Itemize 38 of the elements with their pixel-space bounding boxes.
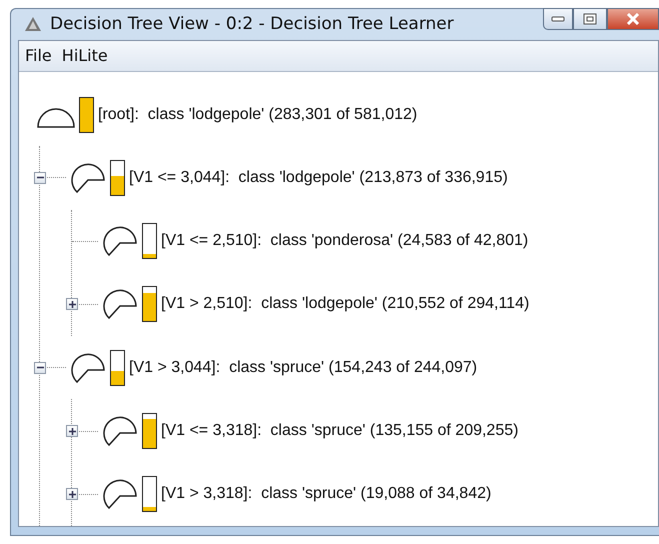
expand-toggle[interactable] (66, 488, 78, 500)
node-label: [V1 <= 3,044]: class 'lodgepole' (213,873 of 336,915) (129, 168, 508, 187)
class-bar (79, 96, 94, 133)
class-bar (142, 286, 157, 322)
node-label: [V1 > 2,510]: class 'lodgepole' (210,552 of 294,114) (161, 295, 530, 314)
node-label: [V1 <= 2,510]: class 'ponderosa' (24,583 of 42,801) (161, 232, 528, 250)
menu-item[interactable]: HiLite (62, 46, 108, 66)
pie-chart-icon (69, 352, 107, 384)
pie-chart-icon (69, 162, 107, 194)
triangle-icon (24, 16, 42, 32)
window-title: Decision Tree View - 0:2 - Decision Tree Learner (50, 14, 454, 34)
plus-icon (68, 426, 76, 436)
plus-icon (68, 300, 76, 309)
expand-toggle[interactable] (34, 172, 46, 184)
maximize-icon (583, 13, 597, 25)
maximize-button[interactable] (573, 8, 607, 30)
node-label: [V1 > 3,044]: class 'spruce' (154,243 of 244,097) (129, 358, 478, 377)
close-button[interactable] (607, 8, 659, 30)
class-bar (142, 413, 157, 450)
class-bar (110, 350, 125, 386)
expand-toggle[interactable] (66, 425, 78, 438)
node-label: [V1 > 3,318]: class 'spruce' (19,088 of 34,842) (161, 485, 492, 504)
pie-chart-icon (101, 225, 139, 258)
menu-item[interactable]: File (25, 46, 52, 66)
pie-chart-icon (101, 478, 139, 510)
pie-chart-icon (101, 288, 139, 320)
class-bar (142, 223, 157, 260)
minimize-button[interactable] (543, 8, 573, 30)
class-bar (110, 160, 125, 196)
node-label: [V1 <= 3,318]: class 'spruce' (135,155 of 209,255) (161, 422, 518, 440)
minimize-icon (551, 16, 565, 22)
close-icon (626, 13, 640, 25)
plus-icon (68, 490, 76, 499)
pie-chart-icon (101, 415, 139, 448)
expand-toggle[interactable] (34, 362, 46, 374)
expand-toggle[interactable] (66, 298, 78, 310)
class-bar (142, 476, 157, 512)
node-label: [root]: class 'lodgepole' (283,301 of 581,012) (98, 106, 418, 124)
